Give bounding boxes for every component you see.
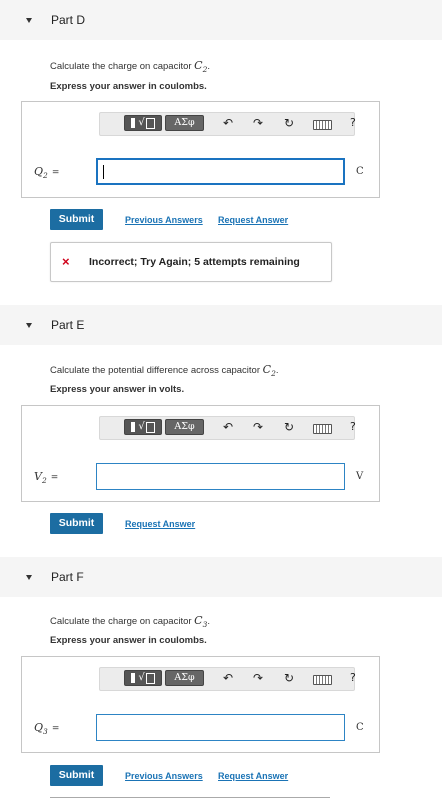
help-button[interactable]: ? bbox=[350, 671, 356, 684]
part-d-answer-box: √ ΑΣφ ↶ ↷ ↻ ? Q2 = C bbox=[21, 101, 380, 198]
part-e-variable-label: V2 = bbox=[34, 470, 59, 486]
feedback-message: Incorrect; Try Again; 5 attempts remaini… bbox=[89, 256, 300, 268]
math-toolbar: √ ΑΣφ ↶ ↷ ↻ ? bbox=[99, 667, 356, 691]
part-f-instruction: Express your answer in coulombs. bbox=[50, 635, 207, 646]
part-f-question: Calculate the charge on capacitor C3. bbox=[50, 614, 211, 630]
keyboard-icon[interactable] bbox=[313, 120, 332, 130]
undo-icon[interactable]: ↶ bbox=[223, 671, 233, 685]
part-f-variable-label: Q3 = bbox=[34, 721, 60, 737]
part-e-request-answer-link[interactable]: Request Answer bbox=[125, 519, 195, 529]
part-d-variable-label: Q2 = bbox=[34, 165, 60, 181]
part-d-submit-button[interactable]: Submit bbox=[50, 209, 103, 230]
reset-icon[interactable]: ↻ bbox=[284, 420, 294, 434]
part-f-unit: C bbox=[356, 722, 364, 733]
part-e-question: Calculate the potential difference acros… bbox=[50, 363, 279, 379]
greek-symbols-button[interactable]: ΑΣφ bbox=[165, 115, 204, 131]
part-d-answer-input[interactable] bbox=[96, 158, 345, 185]
undo-icon[interactable]: ↶ bbox=[223, 116, 233, 130]
greek-symbols-button[interactable]: ΑΣφ bbox=[165, 670, 204, 686]
templates-button[interactable]: √ bbox=[124, 115, 162, 131]
part-d-previous-answers-link[interactable]: Previous Answers bbox=[125, 215, 203, 225]
help-button[interactable]: ? bbox=[350, 116, 356, 129]
keyboard-icon[interactable] bbox=[313, 424, 332, 434]
part-e-header[interactable]: Part E bbox=[0, 305, 442, 345]
undo-icon[interactable]: ↶ bbox=[223, 420, 233, 434]
part-d-feedback: × Incorrect; Try Again; 5 attempts remai… bbox=[50, 242, 332, 282]
math-toolbar: √ ΑΣφ ↶ ↷ ↻ ? bbox=[99, 112, 356, 136]
part-d-title: Part D bbox=[51, 13, 86, 27]
collapse-caret-icon[interactable] bbox=[26, 322, 32, 328]
part-f-submit-button[interactable]: Submit bbox=[50, 765, 103, 786]
part-d-instruction: Express your answer in coulombs. bbox=[50, 81, 207, 92]
part-e-answer-box: √ ΑΣφ ↶ ↷ ↻ ? V2 = V bbox=[21, 405, 380, 502]
part-f-request-answer-link[interactable]: Request Answer bbox=[218, 771, 288, 781]
part-d-header[interactable]: Part D bbox=[0, 0, 442, 40]
part-f-answer-box: √ ΑΣφ ↶ ↷ ↻ ? Q3 = C bbox=[21, 656, 380, 753]
part-f-feedback-edge bbox=[50, 797, 330, 801]
part-e-submit-button[interactable]: Submit bbox=[50, 513, 103, 534]
redo-icon[interactable]: ↷ bbox=[253, 671, 263, 685]
help-button[interactable]: ? bbox=[350, 420, 356, 433]
collapse-caret-icon[interactable] bbox=[26, 574, 32, 580]
part-d-request-answer-link[interactable]: Request Answer bbox=[218, 215, 288, 225]
error-x-icon: × bbox=[62, 254, 70, 269]
part-f-title: Part F bbox=[51, 570, 84, 584]
redo-icon[interactable]: ↷ bbox=[253, 420, 263, 434]
part-f-previous-answers-link[interactable]: Previous Answers bbox=[125, 771, 203, 781]
part-e-unit: V bbox=[356, 471, 364, 482]
keyboard-icon[interactable] bbox=[313, 675, 332, 685]
math-toolbar: √ ΑΣφ ↶ ↷ ↻ ? bbox=[99, 416, 356, 440]
reset-icon[interactable]: ↻ bbox=[284, 671, 294, 685]
part-d-unit: C bbox=[356, 166, 364, 177]
templates-button[interactable]: √ bbox=[124, 419, 162, 435]
part-d-question: Calculate the charge on capacitor C2. bbox=[50, 59, 211, 75]
part-e-answer-input[interactable] bbox=[96, 463, 345, 490]
reset-icon[interactable]: ↻ bbox=[284, 116, 294, 130]
part-e-title: Part E bbox=[51, 318, 85, 332]
part-f-answer-input[interactable] bbox=[96, 714, 345, 741]
collapse-caret-icon[interactable] bbox=[26, 17, 32, 23]
part-f-header[interactable]: Part F bbox=[0, 557, 442, 597]
templates-button[interactable]: √ bbox=[124, 670, 162, 686]
redo-icon[interactable]: ↷ bbox=[253, 116, 263, 130]
text-cursor bbox=[103, 165, 104, 179]
greek-symbols-button[interactable]: ΑΣφ bbox=[165, 419, 204, 435]
part-e-instruction: Express your answer in volts. bbox=[50, 384, 185, 395]
